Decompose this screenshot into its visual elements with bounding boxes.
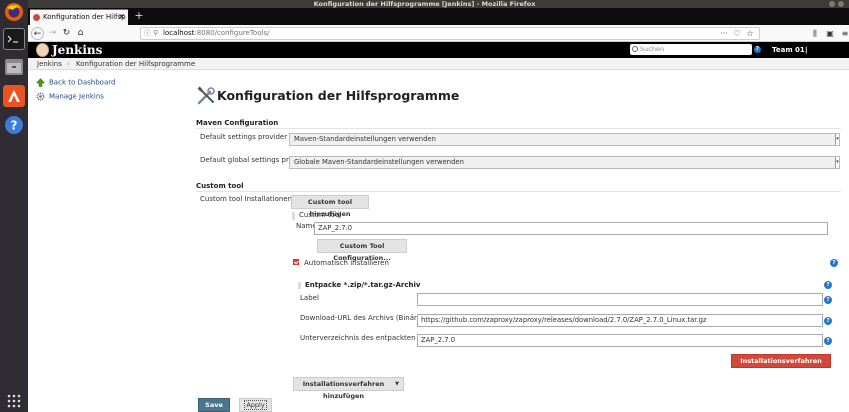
add-installer-label: Installationsverfahren hinzufügen [302, 380, 385, 400]
label-help-icon[interactable]: ? [824, 296, 832, 304]
page-actions-icon[interactable]: ··· [718, 27, 730, 40]
close-window-button[interactable] [838, 1, 844, 7]
tool-name-input[interactable]: ZAP_2.7.0 [314, 222, 828, 235]
section-custom-tool: Custom tool [196, 182, 841, 192]
default-settings-value: Maven-Standardeinstellungen verwenden [294, 135, 436, 143]
custom-tool-header: Custom tool [299, 211, 342, 219]
ubuntu-launcher: ? [0, 0, 28, 412]
software-center-launcher-icon[interactable] [3, 85, 25, 107]
back-arrow-icon[interactable]: ← [31, 27, 44, 40]
subdirectory-help-icon[interactable]: ? [824, 337, 832, 345]
download-url-help-icon[interactable]: ? [824, 317, 832, 325]
menu-icon[interactable]: ≡ [839, 27, 849, 40]
breadcrumb-root[interactable]: Jenkins [37, 58, 62, 70]
sidebar-toggle-icon[interactable]: ▣ [824, 27, 836, 40]
gear-icon [36, 92, 45, 101]
tool-block-handle [292, 212, 295, 220]
bookmark-star-icon[interactable]: ☆ [744, 27, 756, 40]
auto-install-label: Automatisch installieren [304, 259, 389, 267]
chevron-down-icon: ▾ [835, 134, 839, 145]
browser-tab[interactable]: Konfiguration der Hilfsp ✕ [30, 9, 128, 25]
default-global-settings-value: Globale Maven-Standardeinstellungen verw… [294, 158, 464, 166]
installer-title: Entpacke *.zip/*.tar.gz-Archiv [305, 281, 421, 289]
installer-label-label: Label [300, 294, 319, 302]
up-arrow-icon [35, 78, 46, 87]
custom-tool-installations-label: Custom tool Installationen [200, 195, 293, 203]
apply-label: Apply [244, 400, 267, 410]
jenkins-header: Jenkins Suchen ? Team 01 | Abmelden [28, 42, 849, 70]
default-settings-select[interactable]: Maven-Standardeinstellungen verwenden ▾ [289, 133, 840, 146]
sidebar-item-label: Manage Jenkins [49, 92, 104, 101]
app-grid-icon[interactable] [3, 392, 25, 410]
search-input[interactable]: Suchen [630, 44, 752, 55]
url-host: localhost [163, 29, 195, 37]
installer-label-input[interactable] [417, 293, 823, 306]
auto-install-help-icon[interactable]: ? [830, 259, 838, 267]
installer-help-icon[interactable]: ? [824, 281, 832, 289]
custom-tool-configuration-button[interactable]: Custom Tool Configuration... [317, 239, 407, 262]
firefox-launcher-icon[interactable] [3, 1, 25, 23]
svg-text:?: ? [11, 119, 18, 133]
info-icon[interactable]: ⓘ [144, 28, 151, 39]
tab-title: Konfiguration der Hilfsp [43, 13, 126, 21]
help-launcher-icon[interactable]: ? [3, 114, 25, 136]
search-help-icon[interactable]: ? [754, 46, 761, 53]
new-tab-button[interactable]: + [132, 9, 146, 23]
jenkins-brand[interactable]: Jenkins [52, 42, 102, 58]
breadcrumb: Jenkins › Konfiguration der Hilfsprogram… [28, 58, 849, 70]
url-bar[interactable]: ⓘ ⚲ localhost:8080/configureTools/ [140, 27, 760, 40]
permissions-icon[interactable]: ⚲ [153, 28, 158, 39]
minimize-button[interactable] [829, 1, 835, 7]
sidebar-item-back-to-dashboard[interactable]: Back to Dashboard [35, 78, 116, 87]
close-tab-icon[interactable]: ✕ [118, 10, 125, 24]
save-button[interactable]: Save [198, 398, 230, 412]
home-icon[interactable]: ⌂ [74, 27, 87, 40]
pocket-icon[interactable]: ♡ [731, 27, 743, 40]
sidebar-item-manage-jenkins[interactable]: Manage Jenkins [36, 92, 104, 101]
forward-arrow-icon[interactable]: → [46, 27, 59, 40]
breadcrumb-current[interactable]: Konfiguration der Hilfsprogramme [76, 58, 195, 70]
jenkins-favicon-icon [33, 14, 40, 21]
terminal-launcher-icon[interactable] [3, 28, 25, 50]
url-path: :8080/configureTools/ [194, 29, 270, 37]
subdirectory-input[interactable]: ZAP_2.7.0 [417, 334, 823, 347]
sidebar-item-label: Back to Dashboard [49, 78, 116, 87]
user-link[interactable]: Team 01 [772, 42, 805, 58]
jenkins-logo-icon[interactable] [36, 43, 49, 57]
breadcrumb-separator: › [67, 60, 70, 68]
page-title: Konfiguration der Hilfsprogramme [217, 88, 460, 103]
apply-button[interactable]: Apply [239, 398, 272, 412]
auto-install-checkbox[interactable] [293, 259, 299, 265]
window-title: Konfiguration der Hilfsprogramme [Jenkin… [313, 0, 536, 8]
browser-tab-bar: Konfiguration der Hilfsp ✕ + [28, 8, 849, 25]
default-global-settings-select[interactable]: Globale Maven-Standardeinstellungen verw… [289, 156, 840, 169]
search-placeholder: Suchen [640, 45, 665, 53]
os-top-bar: Konfiguration der Hilfsprogramme [Jenkin… [0, 0, 849, 8]
search-icon [632, 46, 638, 52]
chevron-down-icon: ▾ [835, 157, 839, 168]
dropdown-arrow-icon: ▼ [395, 381, 399, 387]
installer-block-handle [298, 282, 301, 289]
library-icon[interactable]: ⫼ [809, 27, 821, 40]
tools-icon [196, 86, 216, 106]
browser-nav-bar: ← → ↻ ⌂ ⓘ ⚲ localhost:8080/configureTool… [28, 25, 849, 42]
section-maven-configuration: Maven Configuration [196, 119, 841, 129]
download-url-input[interactable]: https://github.com/zaproxy/zaproxy/relea… [417, 314, 823, 327]
files-launcher-icon[interactable] [3, 56, 25, 78]
add-installer-button[interactable]: Installationsverfahren hinzufügen ▼ [293, 377, 404, 400]
default-settings-label: Default settings provider [200, 133, 288, 141]
reload-icon[interactable]: ↻ [60, 27, 73, 40]
add-custom-tool-button[interactable]: Custom tool hinzufügen [291, 195, 369, 218]
remove-installer-button[interactable]: Installationsverfahren entfernen [731, 354, 831, 377]
